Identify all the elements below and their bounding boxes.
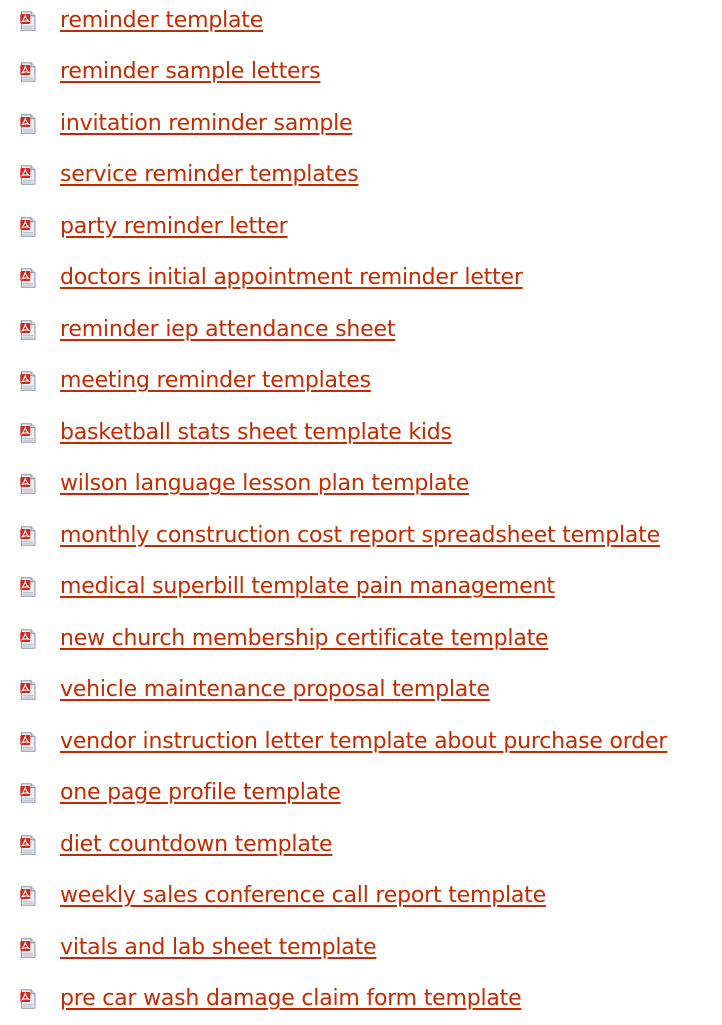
document-link[interactable]: reminder template bbox=[60, 8, 263, 34]
document-link[interactable]: invitation reminder sample bbox=[60, 111, 352, 137]
list-item: party reminder letter bbox=[0, 201, 722, 253]
pdf-file-icon bbox=[20, 165, 36, 185]
document-link[interactable]: party reminder letter bbox=[60, 214, 288, 240]
pdf-file-icon bbox=[20, 577, 36, 597]
list-item: pre car wash damage claim form template bbox=[0, 974, 722, 1025]
list-item: vitals and lab sheet template bbox=[0, 922, 722, 974]
pdf-file-icon bbox=[20, 62, 36, 82]
list-item: reminder iep attendance sheet bbox=[0, 304, 722, 356]
document-link-list: reminder template reminder sample letter… bbox=[0, 0, 722, 1025]
pdf-file-icon bbox=[20, 680, 36, 700]
document-link[interactable]: service reminder templates bbox=[60, 162, 359, 188]
pdf-file-icon bbox=[20, 732, 36, 752]
pdf-file-icon bbox=[20, 217, 36, 237]
pdf-file-icon bbox=[20, 11, 36, 31]
document-link[interactable]: medical superbill template pain manageme… bbox=[60, 574, 555, 600]
list-item: medical superbill template pain manageme… bbox=[0, 562, 722, 614]
list-item: doctors initial appointment reminder let… bbox=[0, 253, 722, 305]
document-link[interactable]: diet countdown template bbox=[60, 832, 332, 858]
document-link[interactable]: vitals and lab sheet template bbox=[60, 935, 376, 961]
document-link[interactable]: meeting reminder templates bbox=[60, 368, 371, 394]
pdf-file-icon bbox=[20, 268, 36, 288]
document-link[interactable]: wilson language lesson plan template bbox=[60, 471, 469, 497]
list-item: diet countdown template bbox=[0, 819, 722, 871]
document-link[interactable]: new church membership certificate templa… bbox=[60, 626, 548, 652]
list-item: invitation reminder sample bbox=[0, 98, 722, 150]
pdf-file-icon bbox=[20, 526, 36, 546]
pdf-file-icon bbox=[20, 474, 36, 494]
document-link[interactable]: reminder iep attendance sheet bbox=[60, 317, 395, 343]
document-link[interactable]: vehicle maintenance proposal template bbox=[60, 677, 490, 703]
pdf-file-icon bbox=[20, 886, 36, 906]
list-item: meeting reminder templates bbox=[0, 356, 722, 408]
document-link[interactable]: reminder sample letters bbox=[60, 59, 320, 85]
document-link[interactable]: one page profile template bbox=[60, 780, 341, 806]
list-item: wilson language lesson plan template bbox=[0, 459, 722, 511]
list-item: vendor instruction letter template about… bbox=[0, 716, 722, 768]
pdf-file-icon bbox=[20, 989, 36, 1009]
pdf-file-icon bbox=[20, 629, 36, 649]
pdf-file-icon bbox=[20, 938, 36, 958]
document-link[interactable]: weekly sales conference call report temp… bbox=[60, 883, 546, 909]
list-item: vehicle maintenance proposal template bbox=[0, 665, 722, 717]
document-link[interactable]: monthly construction cost report spreads… bbox=[60, 523, 660, 549]
list-item: basketball stats sheet template kids bbox=[0, 407, 722, 459]
document-link[interactable]: vendor instruction letter template about… bbox=[60, 729, 667, 755]
list-item: reminder sample letters bbox=[0, 47, 722, 99]
pdf-file-icon bbox=[20, 320, 36, 340]
list-item: monthly construction cost report spreads… bbox=[0, 510, 722, 562]
list-item: one page profile template bbox=[0, 768, 722, 820]
pdf-file-icon bbox=[20, 114, 36, 134]
list-item: weekly sales conference call report temp… bbox=[0, 871, 722, 923]
list-item: reminder template bbox=[0, 0, 722, 47]
document-link[interactable]: pre car wash damage claim form template bbox=[60, 986, 521, 1012]
document-link[interactable]: doctors initial appointment reminder let… bbox=[60, 265, 523, 291]
document-link[interactable]: basketball stats sheet template kids bbox=[60, 420, 452, 446]
pdf-file-icon bbox=[20, 423, 36, 443]
pdf-file-icon bbox=[20, 835, 36, 855]
list-item: service reminder templates bbox=[0, 150, 722, 202]
list-item: new church membership certificate templa… bbox=[0, 613, 722, 665]
pdf-file-icon bbox=[20, 371, 36, 391]
pdf-file-icon bbox=[20, 783, 36, 803]
